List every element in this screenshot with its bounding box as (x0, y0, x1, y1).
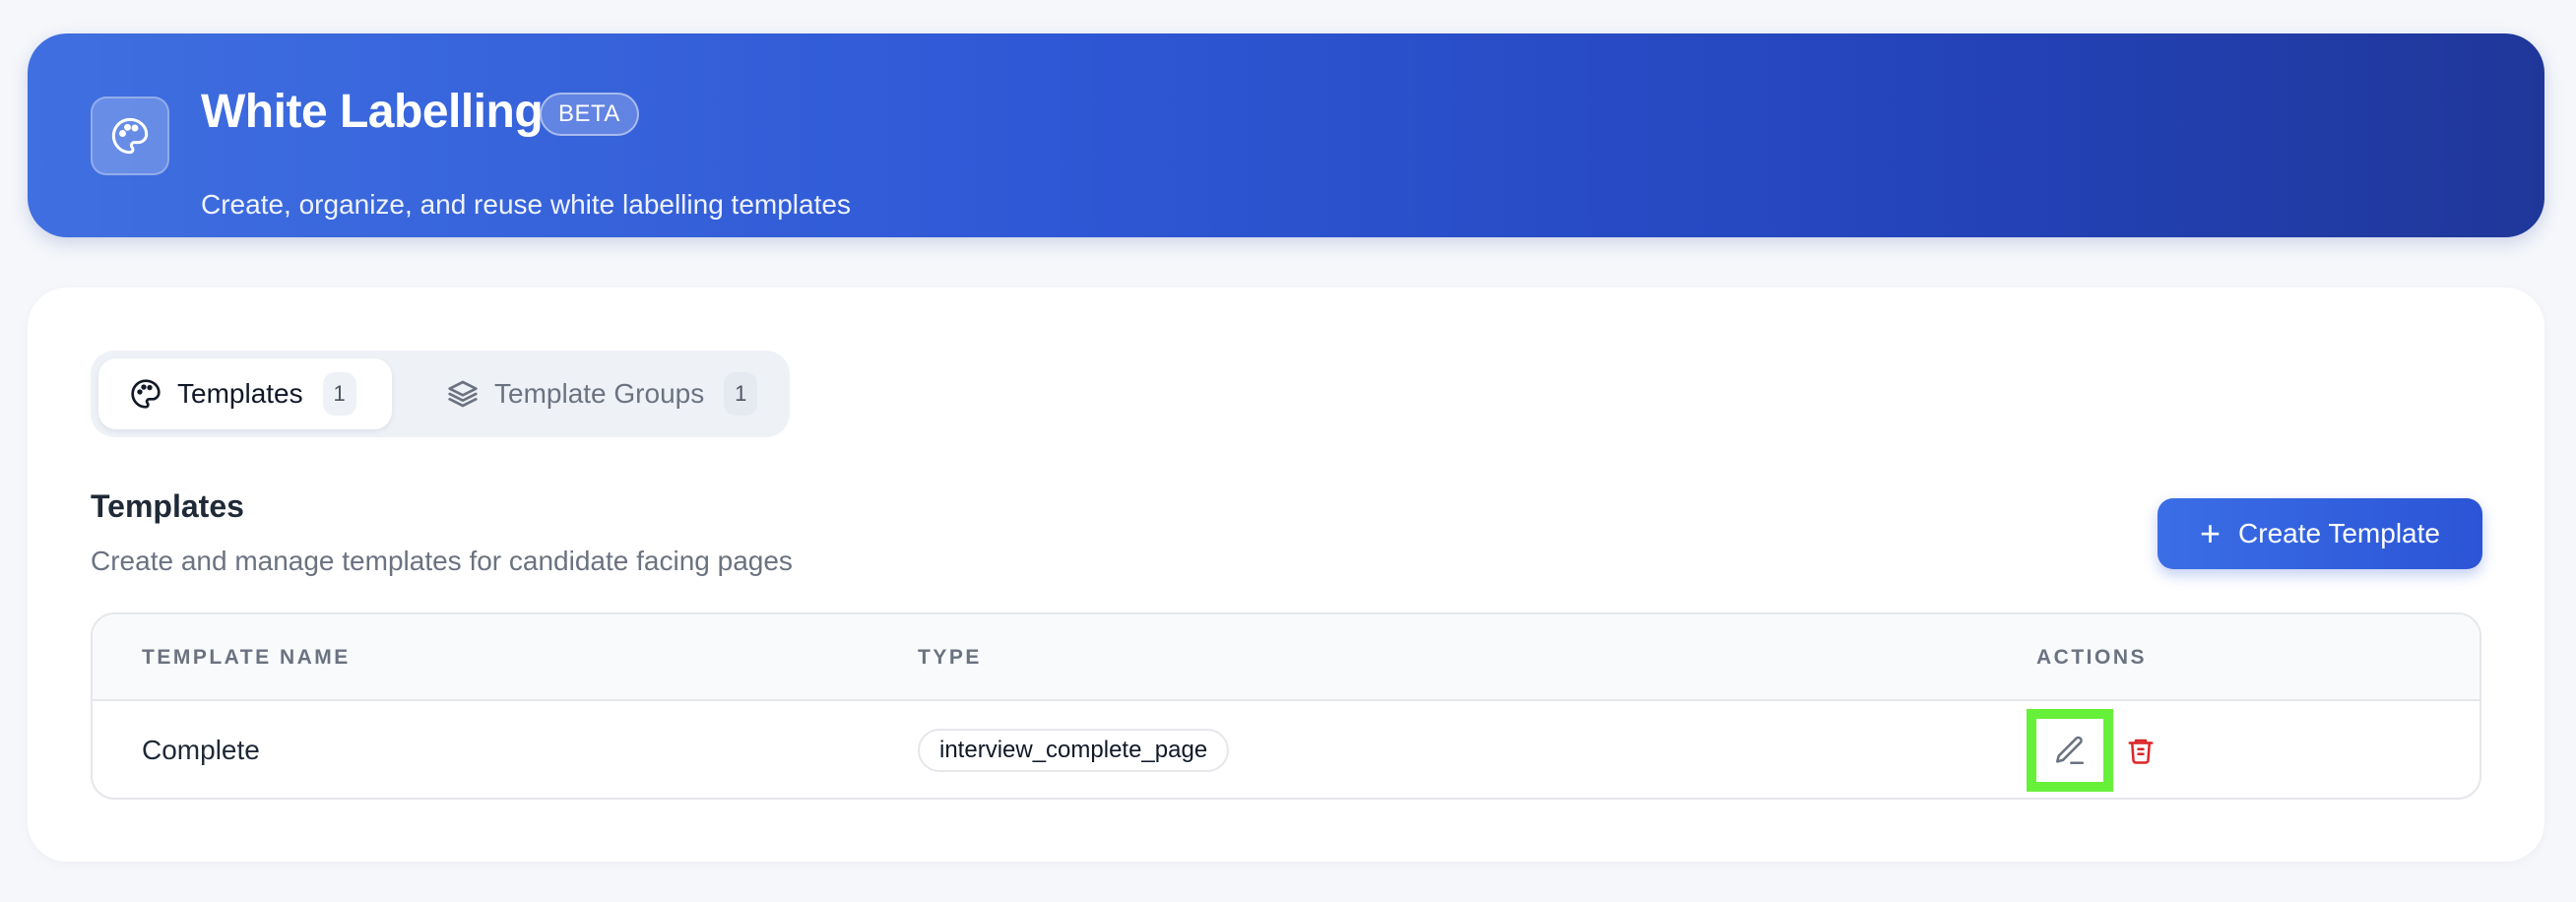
tab-template-groups[interactable]: Template Groups 1 (416, 358, 782, 429)
table-header: TEMPLATE NAME TYPE ACTIONS (93, 614, 2479, 701)
template-type-badge: interview_complete_page (918, 729, 1230, 772)
templates-table: TEMPLATE NAME TYPE ACTIONS Complete inte… (91, 612, 2481, 800)
column-header-actions: ACTIONS (2036, 646, 2147, 669)
page-header: White Labelling BETA Create, organize, a… (28, 33, 2544, 237)
delete-button[interactable] (2121, 731, 2160, 770)
tab-count-badge: 1 (322, 372, 356, 416)
edit-button[interactable] (2027, 709, 2113, 792)
tab-label: Templates (177, 378, 303, 409)
trash-icon (2126, 736, 2156, 765)
layers-icon (447, 378, 479, 410)
table-row[interactable]: Complete interview_complete_page (93, 701, 2479, 798)
palette-icon (91, 97, 169, 175)
tab-label: Template Groups (494, 378, 705, 409)
column-header-template-name: TEMPLATE NAME (142, 646, 351, 669)
palette-icon (130, 378, 161, 410)
edit-icon (2053, 734, 2087, 767)
section-title: Templates (91, 488, 244, 524)
page-title: White Labelling (201, 86, 544, 138)
templates-card: Templates 1 Template Groups 1 Templates … (28, 288, 2544, 862)
tab-templates[interactable]: Templates 1 (98, 358, 392, 429)
tab-bar: Templates 1 Template Groups 1 (91, 351, 790, 437)
beta-badge: BETA (540, 93, 639, 136)
create-template-button[interactable]: + Create Template (2157, 498, 2482, 569)
column-header-type: TYPE (918, 646, 982, 669)
create-template-label: Create Template (2238, 518, 2440, 548)
plus-icon: + (2200, 513, 2222, 553)
template-name-cell: Complete (142, 735, 260, 765)
section-subtitle: Create and manage templates for candidat… (91, 546, 793, 576)
page-subtitle: Create, organize, and reuse white labell… (201, 189, 851, 220)
tab-count-badge: 1 (724, 372, 758, 416)
